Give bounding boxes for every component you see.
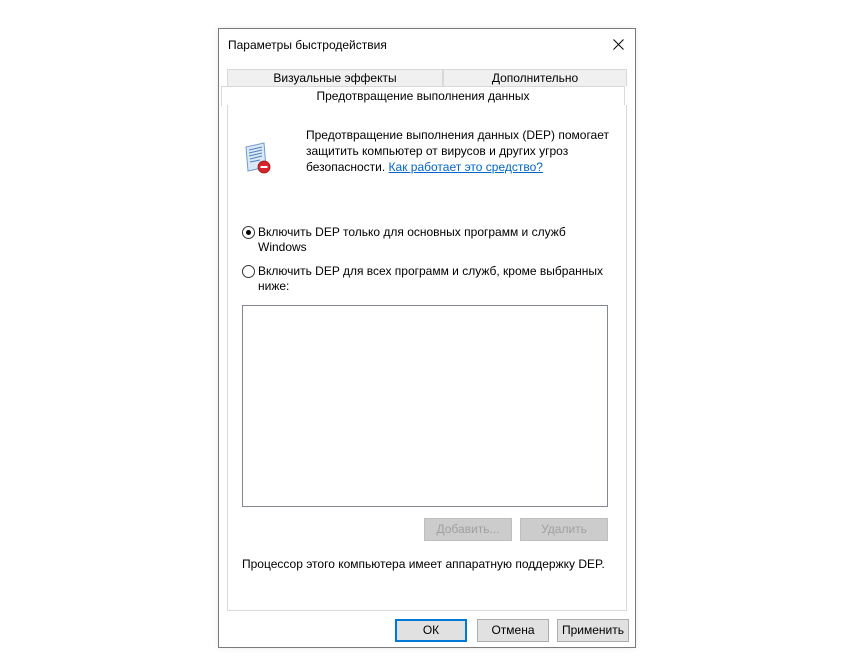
- tab-advanced[interactable]: Дополнительно: [443, 69, 627, 86]
- performance-options-dialog: Параметры быстродействия Визуальные эффе…: [218, 28, 636, 648]
- title-bar[interactable]: Параметры быстродействия: [219, 29, 635, 61]
- tab-strip: Визуальные эффекты Дополнительно: [227, 69, 627, 87]
- remove-button[interactable]: Удалить: [520, 518, 608, 541]
- how-it-works-link[interactable]: Как работает это средство?: [389, 160, 543, 174]
- dep-shield-icon: [245, 142, 271, 174]
- tab-data-execution-prevention[interactable]: Предотвращение выполнения данных: [221, 86, 625, 106]
- dep-tab-panel: Предотвращение выполнения данных (DEP) п…: [227, 105, 627, 611]
- cancel-button[interactable]: Отмена: [477, 619, 549, 642]
- close-icon: [613, 39, 624, 50]
- hardware-dep-status: Процессор этого компьютера имеет аппарат…: [242, 557, 605, 571]
- add-button[interactable]: Добавить...: [424, 518, 512, 541]
- apply-button[interactable]: Применить: [557, 619, 629, 642]
- radio-essential-label: Включить DEP только для основных програм…: [258, 225, 566, 254]
- excluded-programs-list[interactable]: [242, 305, 608, 507]
- dep-description: Предотвращение выполнения данных (DEP) п…: [306, 127, 616, 175]
- radio-all-except-label: Включить DEP для всех программ и служб, …: [258, 264, 604, 293]
- close-button[interactable]: [601, 29, 635, 61]
- radio-essential[interactable]: [242, 226, 255, 239]
- ok-button[interactable]: ОК: [395, 619, 467, 642]
- radio-all-except[interactable]: [242, 265, 255, 278]
- tab-visual-effects[interactable]: Визуальные эффекты: [227, 69, 443, 86]
- window-title: Параметры быстродействия: [228, 38, 387, 52]
